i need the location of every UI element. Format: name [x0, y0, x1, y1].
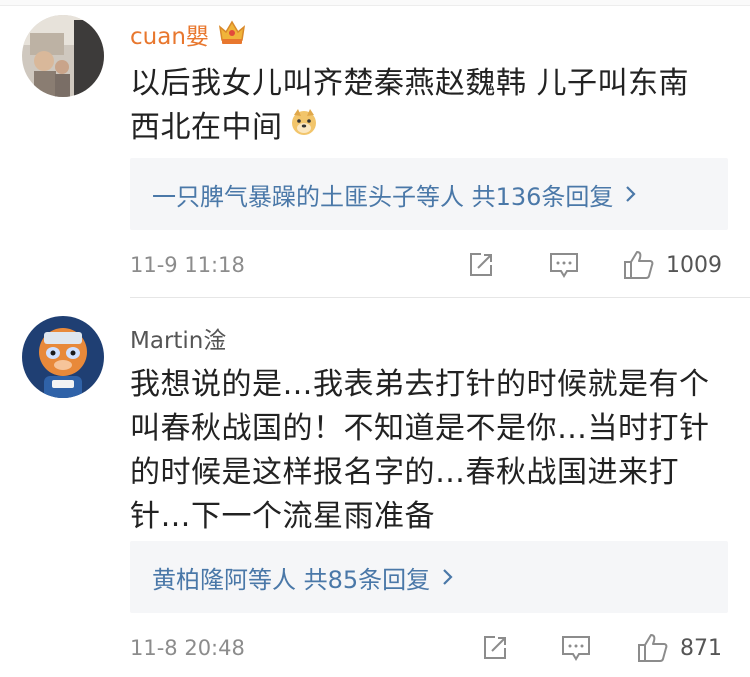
username-link[interactable]: Martin淦 [130, 321, 226, 355]
thumbs-up-icon [624, 251, 654, 279]
like-count: 1009 [666, 252, 722, 278]
comment-icon [550, 253, 578, 278]
comment-text-fragment: 西北在中间 [130, 110, 283, 145]
share-button[interactable] [466, 250, 496, 280]
comment-text-line: 针…下一个流星雨准备 [130, 499, 435, 534]
replies-link[interactable]: 黄柏隆阿等人 共85条回复 [130, 541, 728, 613]
crown-vip-icon [217, 18, 247, 50]
avatar[interactable] [22, 15, 104, 97]
reply-button[interactable] [548, 250, 580, 280]
chevron-right-icon [442, 567, 454, 587]
share-button[interactable] [480, 633, 510, 663]
comment-text-line: 西北在中间 [130, 106, 730, 150]
comment-text: 以后我女儿叫齐楚秦燕赵魏韩 儿子叫东南 西北在中间 [130, 62, 730, 150]
timestamp: 11-8 20:48 [130, 636, 245, 660]
comment-item: cuan嬰 以后我女儿叫齐楚秦燕赵魏韩 儿子叫东南 西北在中间 一只脾气暴躁的土… [0, 0, 750, 297]
comment-text-line: 以后我女儿叫齐楚秦燕赵魏韩 儿子叫东南 [130, 66, 690, 101]
comment-text-line: 我想说的是…我表弟去打针的时候就是有个 [130, 367, 710, 402]
comment-text-line: 叫春秋战国的！不知道是不是你…当时打针 [130, 411, 710, 446]
comment-footer: 11-9 11:18 1009 [130, 245, 728, 285]
chevron-right-icon [625, 184, 637, 204]
like-button[interactable]: 871 [636, 632, 722, 664]
share-icon [470, 253, 492, 276]
replies-link[interactable]: 一只脾气暴躁的土匪头子等人 共136条回复 [130, 158, 728, 230]
timestamp: 11-9 11:18 [130, 253, 245, 277]
comment-header: Martin淦 [130, 320, 226, 356]
share-icon [484, 636, 506, 659]
avatar[interactable] [22, 316, 104, 398]
comment-text: 我想说的是…我表弟去打针的时候就是有个 叫春秋战国的！不知道是不是你…当时打针 … [130, 363, 730, 539]
comment-footer: 11-8 20:48 871 [130, 628, 728, 668]
doge-emoji-icon [289, 106, 319, 150]
username-link[interactable]: cuan嬰 [130, 17, 209, 51]
comment-icon [562, 636, 590, 661]
like-button[interactable]: 1009 [622, 249, 722, 281]
comment-item: Martin淦 我想说的是…我表弟去打针的时候就是有个 叫春秋战国的！不知道是不… [0, 298, 750, 677]
replies-label: 黄柏隆阿等人 共85条回复 [152, 565, 431, 594]
comment-header: cuan嬰 [130, 16, 247, 52]
replies-label: 一只脾气暴躁的土匪头子等人 共136条回复 [152, 182, 614, 211]
comment-text-line: 的时候是这样报名字的…春秋战国进来打 [130, 455, 679, 490]
thumbs-up-icon [638, 634, 668, 662]
reply-button[interactable] [560, 633, 592, 663]
like-count: 871 [680, 635, 722, 661]
